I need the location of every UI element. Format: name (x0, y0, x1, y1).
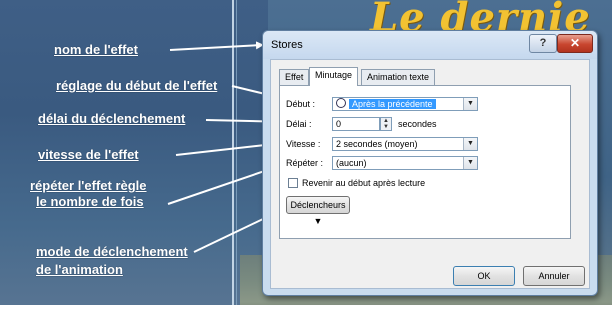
speed-dropdown[interactable]: 2 secondes (moyen) ▼ (332, 137, 478, 151)
divider-line-secondary (236, 0, 237, 322)
chevron-down-icon[interactable]: ▼ (463, 157, 477, 169)
start-label: Début : (286, 99, 316, 109)
annotation-effect-speed: vitesse de l'effet (38, 147, 139, 162)
bottom-white-strip (0, 305, 612, 322)
start-value: Après la précédente (349, 99, 436, 109)
animation-options-dialog: Stores ? ✕ Effet Minutage Animation text… (262, 30, 598, 296)
dialog-titlebar[interactable]: Stores ? ✕ (263, 31, 597, 59)
annotation-repeat-line1: répéter l'effet règle (30, 178, 147, 193)
chevron-down-icon[interactable]: ▼ (463, 138, 477, 150)
dialog-title: Stores (271, 39, 303, 51)
repeat-dropdown[interactable]: (aucun) ▼ (332, 156, 478, 170)
chevron-down-icon[interactable]: ▼ (463, 98, 477, 110)
annotation-trigger-mode-line1: mode de déclenchement (36, 244, 188, 259)
delay-label: Délai : (286, 119, 312, 129)
rewind-label: Revenir au début après lecture (302, 178, 426, 188)
tab-minutage[interactable]: Minutage (309, 67, 359, 86)
tab-effet[interactable]: Effet (279, 69, 310, 85)
timing-panel: Début : Après la précédente ▼ Délai : 0 … (279, 85, 571, 239)
annotation-trigger-delay: délai du déclenchement (38, 111, 186, 126)
rewind-checkbox[interactable] (288, 178, 298, 188)
repeat-label: Répéter : (286, 158, 324, 168)
repeat-value: (aucun) (336, 158, 367, 168)
delay-unit: secondes (398, 119, 437, 129)
delay-input[interactable]: 0 (332, 117, 380, 131)
speed-value: 2 secondes (moyen) (336, 139, 418, 149)
annotation-effect-name: nom de l'effet (54, 42, 138, 57)
divider-line (232, 0, 234, 322)
help-button[interactable]: ? (529, 34, 557, 53)
tab-animation-texte[interactable]: Animation texte (361, 69, 436, 85)
clock-icon (336, 98, 346, 108)
annotation-trigger-mode-line2: de l'animation (36, 262, 123, 277)
ok-button[interactable]: OK (453, 266, 515, 286)
annotation-start-setting: réglage du début de l'effet (56, 78, 218, 93)
dialog-body: Effet Minutage Animation texte Début : A… (270, 59, 590, 289)
close-button[interactable]: ✕ (557, 34, 593, 53)
start-dropdown[interactable]: Après la précédente ▼ (332, 97, 478, 111)
annotation-repeat-line2: le nombre de fois (36, 194, 144, 209)
cancel-button[interactable]: Annuler (523, 266, 585, 286)
triggers-button[interactable]: Déclencheurs ▼ (286, 196, 350, 226)
spinner-arrows-icon[interactable]: ▲ ▼ (380, 117, 392, 131)
speed-label: Vitesse : (286, 139, 321, 149)
